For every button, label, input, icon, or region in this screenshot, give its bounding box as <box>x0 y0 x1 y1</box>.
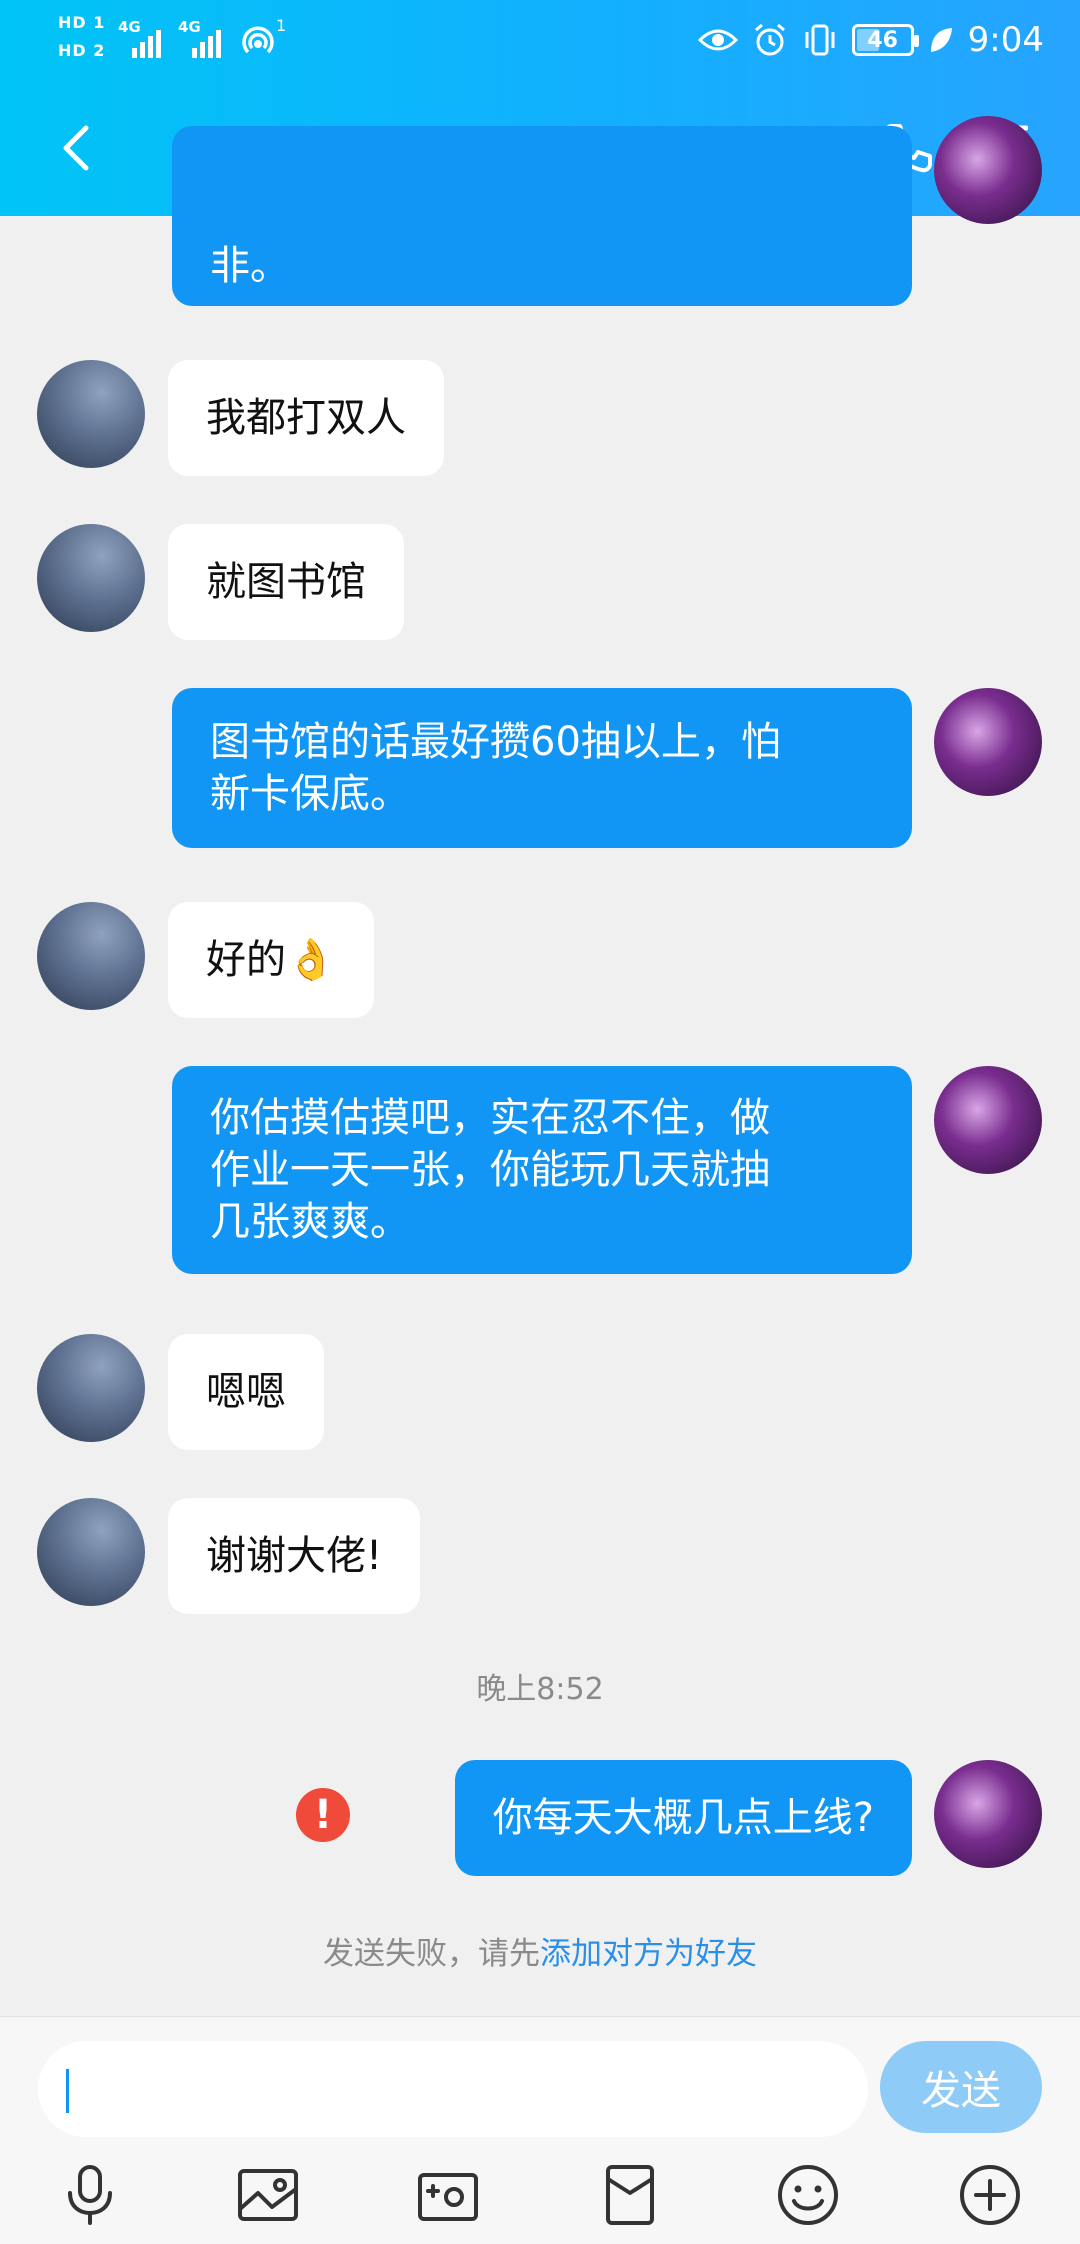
send-button[interactable]: 发送 <box>880 2041 1042 2133</box>
incoming-bubble[interactable]: 谢谢大佬! <box>168 1498 421 1614</box>
incoming-bubble[interactable]: 嗯嗯 <box>168 1334 324 1450</box>
clock: 9:04 <box>967 20 1044 60</box>
signal-2: 4G <box>178 18 228 58</box>
sim2-label: HD 2 <box>58 41 106 60</box>
send-failed-icon[interactable]: ! <box>296 1788 350 1842</box>
outgoing-bubble[interactable]: 图书馆的话最好攒60抽以上，怕 新卡保底。 <box>172 688 912 848</box>
outgoing-bubble[interactable]: 你估摸估摸吧，实在忍不住，做 作业一天一张，你能玩几天就抽 几张爽爽。 <box>172 1066 912 1274</box>
message-row: 好的👌 <box>0 902 1080 1018</box>
battery-level: 46 <box>867 27 898 53</box>
photo-icon[interactable] <box>236 2163 300 2227</box>
alarm-icon <box>754 23 785 56</box>
leaf-icon <box>930 28 952 52</box>
input-bar: 发送 <box>0 2016 1080 2244</box>
message-row: 就图书馆 <box>0 524 1080 640</box>
message-row: 你估摸估摸吧，实在忍不住，做 作业一天一张，你能玩几天就抽 几张爽爽。 <box>0 1066 1080 1280</box>
message-row: 图书馆的话最好攒60抽以上，怕 新卡保底。 <box>0 688 1080 848</box>
send-failed-notice: 发送失败，请先添加对方为好友 <box>0 1928 1080 1973</box>
eye-icon <box>697 29 738 51</box>
plus-icon[interactable] <box>958 2163 1022 2227</box>
message-row: 非。 <box>0 116 1080 306</box>
message-row: 嗯嗯 <box>0 1334 1080 1450</box>
contact-avatar[interactable] <box>37 524 145 632</box>
contact-avatar[interactable] <box>37 1334 145 1442</box>
notice-text: 发送失败，请先 <box>323 1936 540 1972</box>
contact-avatar[interactable] <box>37 1498 145 1606</box>
vibrate-icon <box>805 24 835 56</box>
camera-icon[interactable] <box>416 2163 480 2227</box>
sim-indicators: HD 1 HD 2 <box>58 12 110 68</box>
my-avatar[interactable] <box>934 1760 1042 1868</box>
signal-1: 4G <box>118 18 168 58</box>
incoming-bubble[interactable]: 就图书馆 <box>168 524 404 640</box>
my-avatar[interactable] <box>934 688 1042 796</box>
status-bar: HD 1 HD 2 4G 4G 1 46 9:04 <box>0 0 1080 80</box>
battery-icon: 46 <box>851 24 919 56</box>
signal-bars-icon <box>192 30 221 58</box>
message-list[interactable]: 非。 我都打双人 就图书馆 图书馆的话最好攒60抽以上，怕 新卡保底。 好的👌 … <box>0 116 1080 2016</box>
hotspot-icon: 1 <box>240 16 287 58</box>
my-avatar[interactable] <box>934 1066 1042 1174</box>
message-row: ! 你每天大概几点上线? <box>0 1760 1080 1876</box>
microphone-icon[interactable] <box>58 2163 122 2227</box>
hotspot-badge: 1 <box>276 16 287 35</box>
my-avatar[interactable] <box>934 116 1042 224</box>
emoji-icon[interactable] <box>776 2163 840 2227</box>
message-row: 谢谢大佬! <box>0 1498 1080 1614</box>
add-friend-link[interactable]: 添加对方为好友 <box>540 1936 757 1972</box>
contact-avatar[interactable] <box>37 360 145 468</box>
contact-avatar[interactable] <box>37 902 145 1010</box>
message-timestamp: 晚上8:52 <box>476 1672 604 1707</box>
incoming-bubble[interactable]: 好的👌 <box>168 902 374 1018</box>
incoming-bubble[interactable]: 我都打双人 <box>168 360 444 476</box>
text-caret <box>66 2069 69 2113</box>
status-right: 46 9:04 <box>697 16 1044 64</box>
outgoing-bubble[interactable]: 你每天大概几点上线? <box>454 1760 912 1876</box>
outgoing-bubble[interactable]: 非。 <box>172 126 912 306</box>
signal-bars-icon <box>132 30 161 58</box>
input-toolbar <box>0 2153 1080 2237</box>
message-row: 我都打双人 <box>0 360 1080 476</box>
sim1-label: HD 1 <box>58 13 106 32</box>
red-packet-icon[interactable] <box>598 2163 662 2227</box>
message-input[interactable] <box>38 2041 868 2137</box>
